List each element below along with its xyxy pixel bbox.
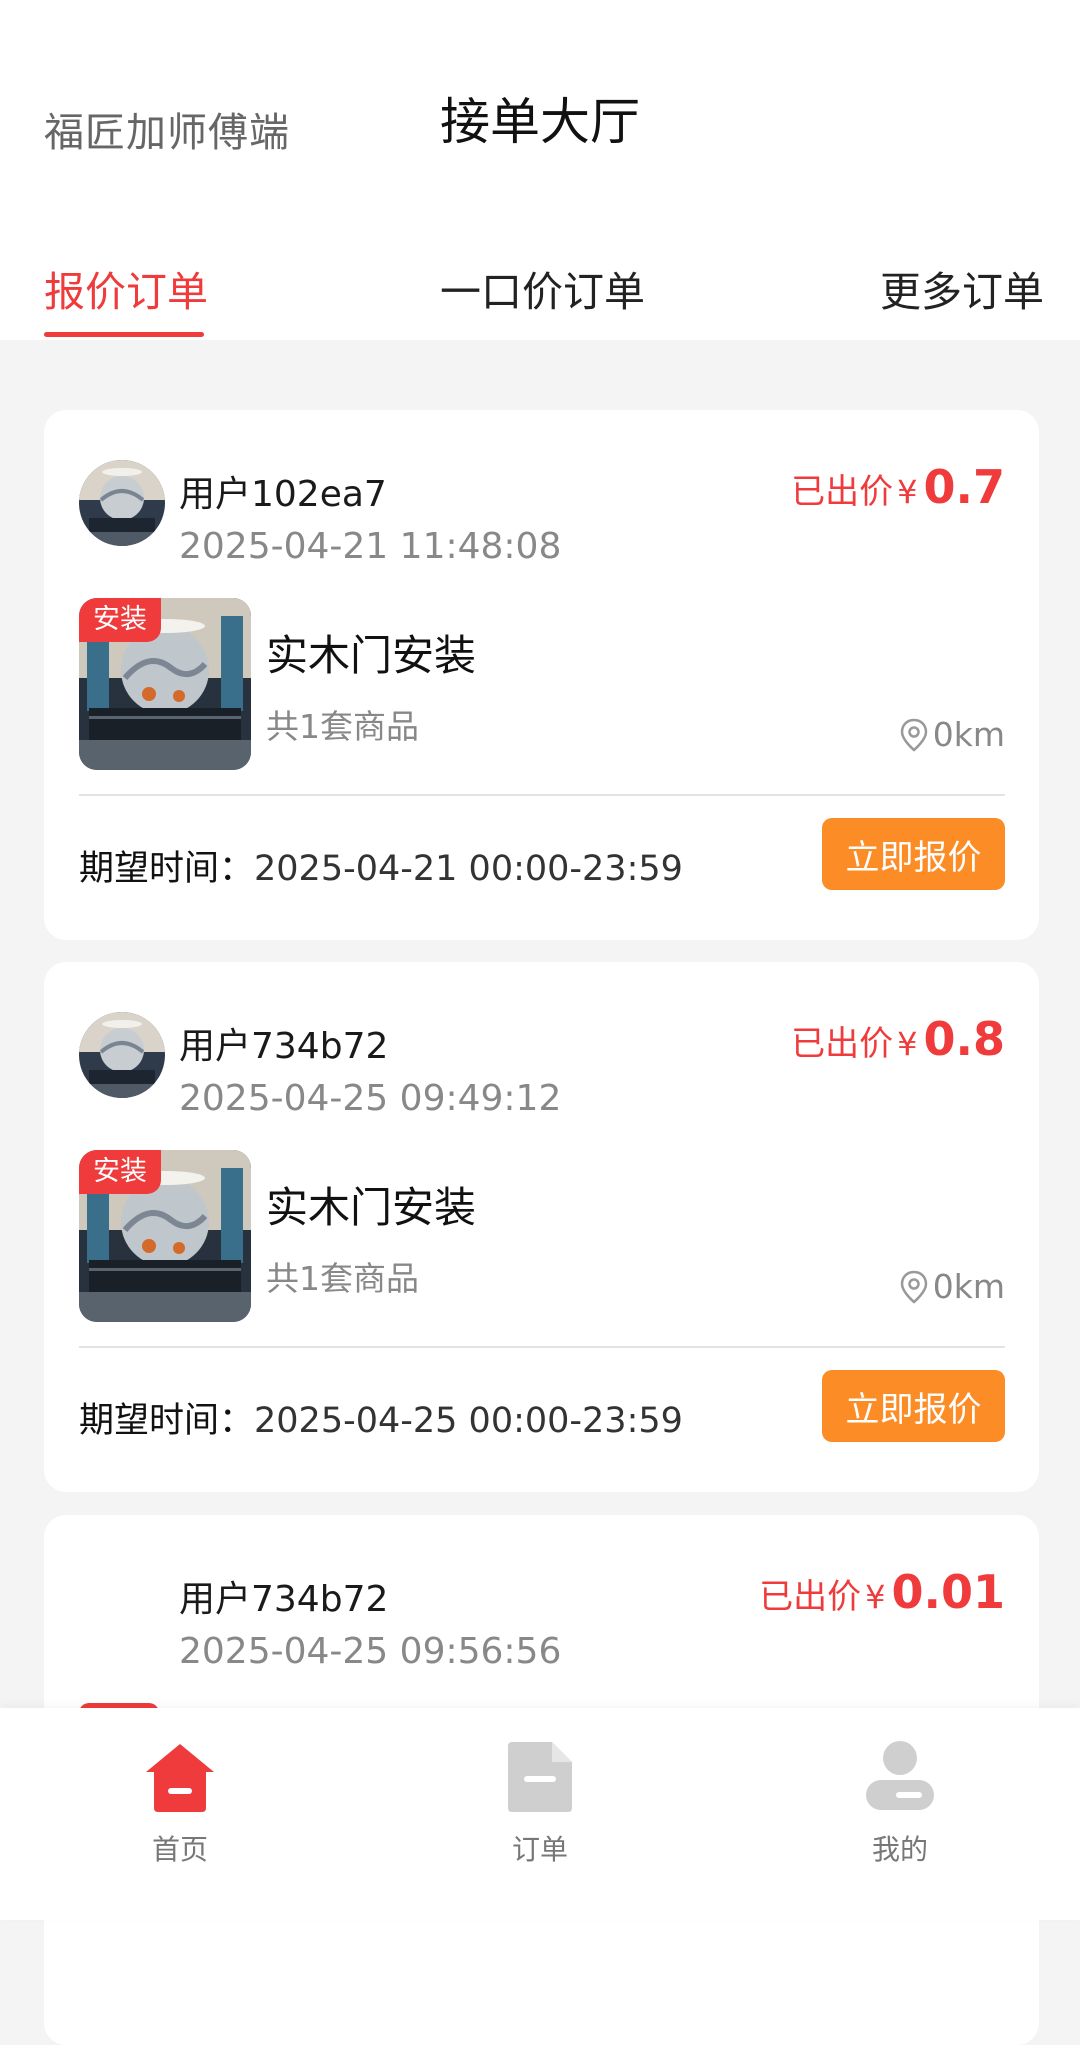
order-tabs: 报价订单 一口价订单 更多订单 bbox=[0, 250, 1080, 340]
service-tag: 安装 bbox=[79, 1150, 161, 1194]
product-image: 安装 bbox=[79, 1150, 251, 1322]
price-amount: 0.01 bbox=[891, 1565, 1006, 1619]
divider bbox=[79, 1346, 1005, 1348]
distance-value: 0km bbox=[932, 1267, 1005, 1306]
page-title: 接单大厅 bbox=[440, 93, 640, 151]
quote-now-button[interactable]: 立即报价 bbox=[822, 818, 1005, 890]
expected-time-label: 期望时间： bbox=[79, 849, 255, 889]
offered-price: 已出价 ¥ 0.01 bbox=[759, 1565, 1005, 1619]
divider bbox=[79, 794, 1005, 796]
order-time: 2025-04-25 09:56:56 bbox=[179, 1631, 562, 1672]
order-card[interactable]: 用户102ea7 2025-04-21 11:48:08 已出价 ¥ 0.7 安… bbox=[44, 410, 1039, 940]
goods-count: 共1套商品 bbox=[266, 1259, 419, 1298]
offered-price: 已出价 ¥ 0.7 bbox=[791, 460, 1005, 514]
expected-time: 期望时间：2025-04-21 00:00-23:59 bbox=[79, 840, 683, 891]
user-name: 用户734b72 bbox=[179, 1026, 389, 1067]
user-name: 用户102ea7 bbox=[179, 474, 387, 515]
avatar bbox=[79, 460, 165, 546]
nav-home[interactable]: 首页 bbox=[80, 1708, 280, 1920]
expected-time: 期望时间：2025-04-25 00:00-23:59 bbox=[79, 1392, 683, 1443]
expected-time-value: 2025-04-21 00:00-23:59 bbox=[254, 849, 683, 889]
avatar bbox=[79, 1012, 165, 1098]
currency-symbol: ¥ bbox=[865, 1578, 886, 1616]
document-icon bbox=[508, 1742, 572, 1812]
home-icon bbox=[146, 1744, 214, 1812]
distance: 0km bbox=[899, 715, 1005, 754]
location-pin-icon bbox=[900, 1270, 927, 1304]
tab-fixed-price-orders[interactable]: 一口价订单 bbox=[440, 258, 645, 318]
goods-count: 共1套商品 bbox=[266, 707, 419, 746]
price-amount: 0.7 bbox=[923, 460, 1006, 514]
user-name: 用户734b72 bbox=[179, 1579, 389, 1620]
distance-value: 0km bbox=[932, 715, 1005, 754]
nav-mine-label: 我的 bbox=[871, 1833, 928, 1866]
offered-price: 已出价 ¥ 0.8 bbox=[791, 1012, 1005, 1066]
tab-more-orders[interactable]: 更多订单 bbox=[880, 258, 1044, 318]
service-tag: 安装 bbox=[79, 598, 161, 642]
service-name: 实木门安装 bbox=[266, 631, 477, 680]
price-label: 已出价 bbox=[791, 472, 894, 512]
expected-time-value: 2025-04-25 00:00-23:59 bbox=[254, 1401, 683, 1441]
order-time: 2025-04-21 11:48:08 bbox=[179, 526, 562, 567]
product-image: 安装 bbox=[79, 598, 251, 770]
price-label: 已出价 bbox=[759, 1577, 862, 1617]
price-amount: 0.8 bbox=[923, 1012, 1006, 1066]
expected-time-label: 期望时间： bbox=[79, 1401, 255, 1441]
tab-quote-orders[interactable]: 报价订单 bbox=[44, 258, 208, 318]
service-name: 实木门安装 bbox=[266, 1183, 477, 1232]
header: 福匠加师傅端 接单大厅 报价订单 一口价订单 更多订单 bbox=[0, 0, 1080, 340]
currency-symbol: ¥ bbox=[897, 1025, 918, 1063]
currency-symbol: ¥ bbox=[897, 473, 918, 511]
order-time: 2025-04-25 09:49:12 bbox=[179, 1078, 562, 1119]
nav-orders[interactable]: 订单 bbox=[440, 1708, 640, 1920]
bottom-navigation: 首页 订单 我的 bbox=[0, 1708, 1080, 1920]
price-label: 已出价 bbox=[791, 1024, 894, 1064]
active-tab-indicator bbox=[44, 332, 204, 337]
order-card[interactable]: 用户734b72 2025-04-25 09:49:12 已出价 ¥ 0.8 安… bbox=[44, 962, 1039, 1492]
distance: 0km bbox=[899, 1267, 1005, 1306]
nav-home-label: 首页 bbox=[151, 1833, 208, 1866]
nav-mine[interactable]: 我的 bbox=[800, 1708, 1000, 1920]
location-pin-icon bbox=[900, 718, 927, 752]
user-icon bbox=[866, 1741, 934, 1810]
quote-now-button[interactable]: 立即报价 bbox=[822, 1370, 1005, 1442]
nav-orders-label: 订单 bbox=[511, 1833, 568, 1866]
